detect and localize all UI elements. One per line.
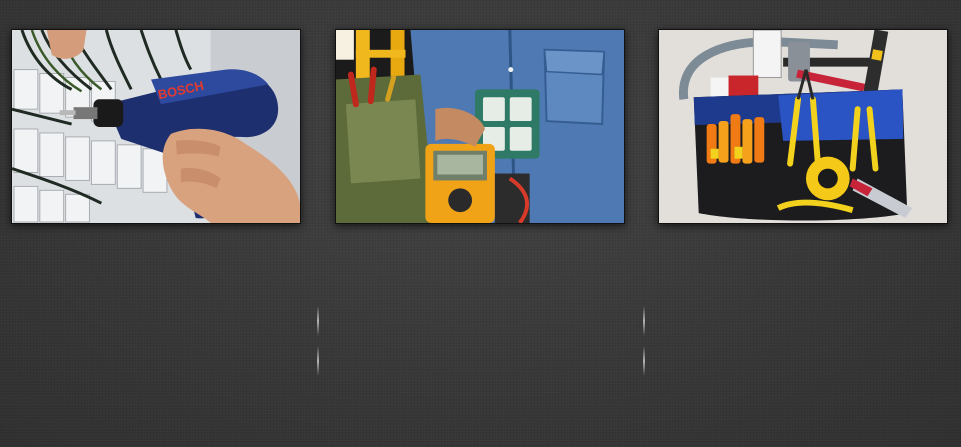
- drill-brand-text: BOSCH: [12, 223, 13, 224]
- gallery-item-toolbag[interactable]: [658, 29, 948, 224]
- column-divider: [643, 346, 645, 376]
- column-divider: [317, 346, 319, 376]
- column-divider: [643, 306, 645, 336]
- gallery-item-multimeter[interactable]: [335, 29, 625, 224]
- multimeter-photo: [336, 30, 624, 223]
- power-drill-photo: BOSCH: [12, 30, 300, 223]
- gallery-item-drill[interactable]: BOSCH BOSCH: [11, 29, 301, 224]
- tool-bag-photo: [659, 30, 947, 223]
- column-divider: [317, 306, 319, 336]
- product-gallery: BOSCH BOSCH: [0, 0, 961, 447]
